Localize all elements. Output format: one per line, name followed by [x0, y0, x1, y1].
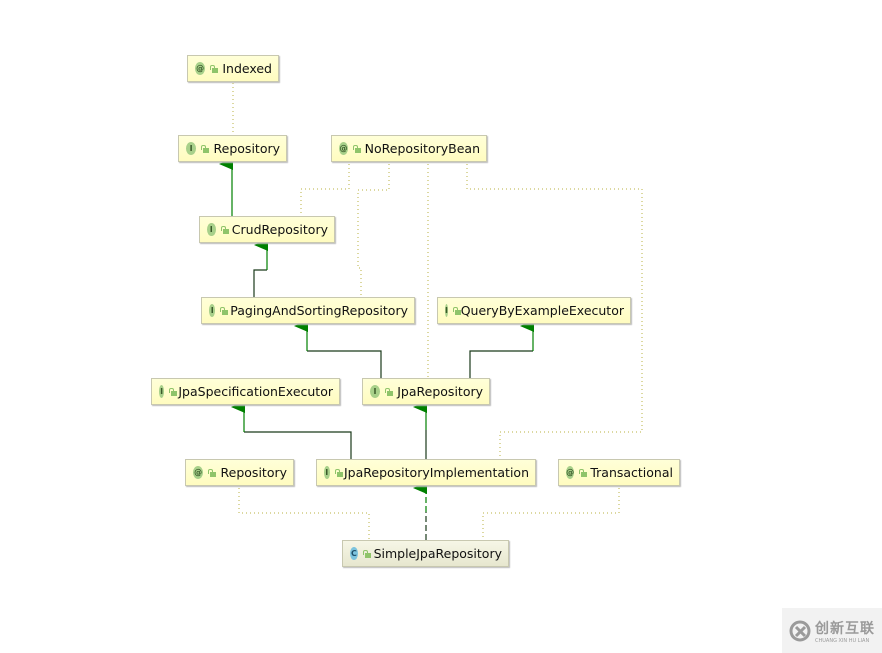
node-norepositorybean[interactable]: @ NoRepositoryBean	[331, 135, 487, 162]
node-label: Indexed	[222, 61, 272, 76]
watermark-logo: 创新互联 CHUANG XIN HU LIAN	[782, 608, 882, 653]
public-lock-icon	[385, 387, 394, 396]
node-label: Transactional	[590, 465, 673, 480]
node-crudrepository[interactable]: I CrudRepository	[199, 216, 335, 243]
node-label: JpaRepositoryImplementation	[343, 465, 529, 480]
node-label: NoRepositoryBean	[364, 141, 480, 156]
watermark-subtext: CHUANG XIN HU LIAN	[815, 637, 870, 644]
public-lock-icon	[201, 144, 210, 153]
interface-icon: I	[445, 304, 448, 317]
edge-paging-crud	[253, 269, 267, 297]
annotation-icon: @	[193, 466, 204, 479]
node-label: QueryByExampleExecutor	[460, 303, 624, 318]
node-label: JpaSpecificationExecutor	[178, 384, 333, 399]
node-label: PagingAndSortingRepository	[230, 303, 408, 318]
node-pagingandsortingrepository[interactable]: I PagingAndSortingRepository	[201, 297, 415, 324]
watermark-text: 创新互联	[815, 620, 875, 637]
node-indexed[interactable]: @ Indexed	[187, 55, 279, 82]
edge-impl-jpaspec	[244, 431, 352, 459]
node-label: JpaRepository	[397, 384, 483, 399]
annotation-icon: @	[339, 142, 349, 155]
edge-repoannotation-simple	[238, 488, 370, 540]
interface-icon: I	[370, 385, 381, 398]
public-lock-icon	[220, 306, 229, 315]
public-lock-icon	[208, 468, 217, 477]
interface-icon: I	[159, 385, 165, 398]
public-lock-icon	[353, 144, 361, 153]
public-lock-icon	[452, 306, 460, 315]
edge-norepobean-paging	[357, 164, 390, 297]
uml-diagram: @ Indexed I Repository @ NoRepositoryBean I…	[0, 0, 882, 653]
public-lock-icon	[220, 225, 229, 234]
annotation-icon: @	[195, 62, 206, 75]
edge-jparepo-qbe	[469, 350, 533, 378]
node-label: CrudRepository	[231, 222, 328, 237]
watermark-x-icon	[789, 620, 811, 641]
public-lock-icon	[210, 64, 219, 73]
annotation-icon: @	[566, 466, 575, 479]
interface-icon: I	[186, 142, 197, 155]
edge-norepobean-crud	[300, 164, 350, 216]
node-jparepository[interactable]: I JpaRepository	[362, 378, 490, 405]
node-jparepositoryimplementation[interactable]: I JpaRepositoryImplementation	[316, 459, 536, 486]
interface-icon: I	[324, 466, 330, 479]
node-label: SimpleJpaRepository	[373, 546, 502, 561]
node-repository-interface[interactable]: I Repository	[178, 135, 287, 162]
node-label: Repository	[213, 141, 280, 156]
edge-transactional-simple	[482, 488, 620, 540]
node-querybyexampleexecutor[interactable]: I QueryByExampleExecutor	[437, 297, 631, 324]
edge-jparepo-paging	[307, 350, 382, 378]
interface-icon: I	[209, 304, 216, 317]
class-icon: C	[350, 547, 358, 560]
node-simplejparepository[interactable]: C SimpleJpaRepository	[342, 540, 509, 567]
node-label: Repository	[220, 465, 287, 480]
interface-icon: I	[207, 223, 216, 236]
public-lock-icon	[334, 468, 344, 477]
node-repository-annotation[interactable]: @ Repository	[185, 459, 294, 486]
node-jpaspecificationexecutor[interactable]: I JpaSpecificationExecutor	[151, 378, 340, 405]
node-transactional[interactable]: @ Transactional	[558, 459, 680, 486]
public-lock-icon	[169, 387, 178, 396]
public-lock-icon	[579, 468, 588, 477]
public-lock-icon	[362, 549, 371, 558]
